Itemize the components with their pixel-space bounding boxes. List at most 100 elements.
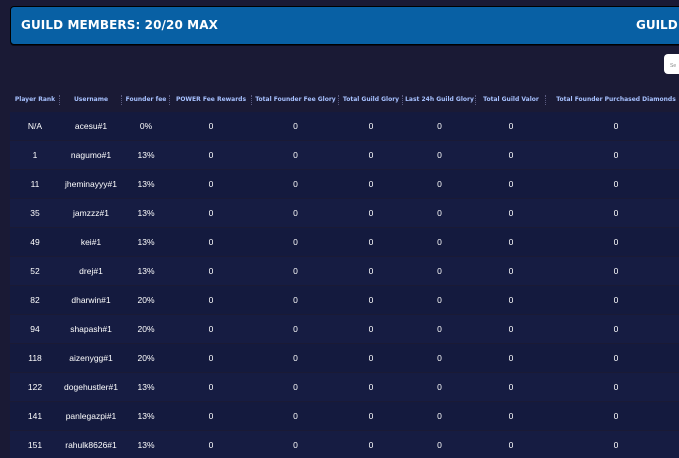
- cell-total-guild-glory: 0: [368, 353, 374, 363]
- table-row[interactable]: 1 nagumo#1 13% 0 0 0 0 0 0: [10, 141, 679, 170]
- cell-player-rank: 94: [30, 324, 40, 334]
- column-header-power-fee-rewards[interactable]: POWER Fee Rewards: [170, 88, 252, 112]
- cell-total-founder-purchased-diamonds: 0: [613, 295, 619, 305]
- cell-username: jheminayyy#1: [65, 179, 117, 189]
- cell-last-24h-guild-glory: 0: [437, 440, 442, 450]
- cell-username: kei#1: [80, 237, 102, 247]
- cell-power-fee-rewards: 0: [208, 208, 214, 218]
- cell-power-fee-rewards: 0: [208, 237, 214, 247]
- cell-total-guild-glory: 0: [368, 411, 374, 421]
- cell-founder-fee: 13%: [137, 411, 155, 421]
- cell-total-founder-fee-glory: 0: [293, 208, 298, 218]
- cell-power-fee-rewards: 0: [208, 382, 214, 392]
- column-header-label: Username: [73, 96, 109, 103]
- cell-last-24h-guild-glory: 0: [437, 353, 442, 363]
- column-header-total-guild-glory[interactable]: Total Guild Glory: [339, 88, 403, 112]
- cell-total-guild-valor: 0: [508, 179, 514, 189]
- cell-player-rank: 122: [27, 382, 43, 392]
- cell-total-guild-glory: 0: [368, 237, 374, 247]
- cell-total-guild-glory: 0: [368, 208, 374, 218]
- cell-total-founder-fee-glory: 0: [293, 440, 298, 450]
- table-row[interactable]: 49 kei#1 13% 0 0 0 0 0 0: [10, 228, 679, 257]
- cell-total-guild-glory: 0: [368, 295, 374, 305]
- cell-total-founder-fee-glory: 0: [293, 382, 298, 392]
- table-header: Player Rank Username Founder fee POWER Fee …: [10, 88, 679, 112]
- column-header-total-founder-purchased-diamonds[interactable]: Total Founder Purchased Diamonds: [546, 88, 679, 112]
- cell-last-24h-guild-glory: 0: [437, 150, 442, 160]
- cell-total-founder-fee-glory: 0: [293, 266, 298, 276]
- cell-founder-fee: 13%: [137, 150, 155, 160]
- table-row[interactable]: 122 dogehustler#1 13% 0 0 0 0 0 0: [10, 373, 679, 402]
- cell-total-founder-fee-glory: 0: [293, 295, 298, 305]
- cell-last-24h-guild-glory: 0: [437, 295, 442, 305]
- column-header-username[interactable]: Username: [60, 88, 122, 112]
- column-header-label: Founder fee: [125, 96, 167, 103]
- cell-total-founder-purchased-diamonds: 0: [613, 179, 619, 189]
- cell-total-guild-valor: 0: [508, 353, 514, 363]
- cell-total-guild-valor: 0: [508, 121, 514, 131]
- cell-player-rank: 1: [32, 150, 38, 160]
- cell-founder-fee: 20%: [137, 295, 155, 305]
- cell-total-guild-valor: 0: [508, 411, 514, 421]
- cell-username: aizenygg#1: [69, 353, 113, 363]
- cell-username: nagumo#1: [70, 150, 112, 160]
- cell-total-guild-glory: 0: [368, 440, 374, 450]
- column-header-total-founder-fee-glory[interactable]: Total Founder Fee Glory: [252, 88, 339, 112]
- cell-last-24h-guild-glory: 0: [437, 179, 442, 189]
- cell-founder-fee: 13%: [137, 382, 155, 392]
- guild-members-page: GUILD MEMBERS: 20/20 MAX GUILD S Player …: [0, 0, 679, 458]
- cell-player-rank: 141: [27, 411, 43, 421]
- table-row[interactable]: 82 dharwin#1 20% 0 0 0 0 0 0: [10, 286, 679, 315]
- cell-player-rank: 82: [30, 295, 40, 305]
- cell-founder-fee: 13%: [137, 237, 155, 247]
- cell-power-fee-rewards: 0: [208, 266, 214, 276]
- cell-total-guild-valor: 0: [508, 324, 514, 334]
- cell-power-fee-rewards: 0: [208, 121, 214, 131]
- cell-username: dharwin#1: [71, 295, 111, 305]
- table-row[interactable]: 11 jheminayyy#1 13% 0 0 0 0 0 0: [10, 170, 679, 199]
- cell-total-founder-purchased-diamonds: 0: [613, 266, 619, 276]
- cell-founder-fee: 13%: [137, 440, 155, 450]
- cell-total-founder-fee-glory: 0: [293, 353, 298, 363]
- column-header-player-rank[interactable]: Player Rank: [10, 88, 60, 112]
- cell-total-founder-purchased-diamonds: 0: [613, 324, 619, 334]
- column-header-label: Player Rank: [14, 96, 56, 103]
- cell-power-fee-rewards: 0: [208, 150, 214, 160]
- cell-total-guild-valor: 0: [508, 237, 514, 247]
- table-row[interactable]: 118 aizenygg#1 20% 0 0 0 0 0 0: [10, 344, 679, 373]
- cell-last-24h-guild-glory: 0: [437, 411, 442, 421]
- cell-founder-fee: 20%: [137, 324, 155, 334]
- table-row[interactable]: 94 shapash#1 20% 0 0 0 0 0 0: [10, 315, 679, 344]
- cell-total-guild-glory: 0: [368, 382, 374, 392]
- cell-power-fee-rewards: 0: [208, 353, 214, 363]
- search-box[interactable]: [664, 54, 679, 74]
- cell-last-24h-guild-glory: 0: [437, 382, 442, 392]
- guild-stats-title: GUILD S: [636, 18, 679, 32]
- cell-username: shapash#1: [70, 324, 112, 334]
- cell-total-guild-glory: 0: [368, 121, 374, 131]
- cell-last-24h-guild-glory: 0: [437, 237, 442, 247]
- column-header-label: Last 24h Guild Glory: [405, 96, 474, 103]
- cell-last-24h-guild-glory: 0: [437, 266, 442, 276]
- cell-player-rank: 151: [27, 440, 43, 450]
- column-header-total-guild-valor[interactable]: Total Guild Valor: [476, 88, 546, 112]
- table-row[interactable]: 52 drej#1 13% 0 0 0 0 0 0: [10, 257, 679, 286]
- table-row[interactable]: 35 jamzzz#1 13% 0 0 0 0 0 0: [10, 199, 679, 228]
- cell-founder-fee: 20%: [137, 353, 155, 363]
- cell-total-founder-purchased-diamonds: 0: [613, 382, 619, 392]
- column-header-founder-fee[interactable]: Founder fee: [122, 88, 170, 112]
- cell-power-fee-rewards: 0: [208, 440, 214, 450]
- table-row[interactable]: 141 panlegazpi#1 13% 0 0 0 0 0 0: [10, 402, 679, 431]
- table-row[interactable]: N/A acesu#1 0% 0 0 0 0 0 0: [10, 112, 679, 141]
- column-header-last-24h-guild-glory[interactable]: Last 24h Guild Glory: [403, 88, 476, 112]
- cell-total-founder-purchased-diamonds: 0: [613, 353, 619, 363]
- guild-members-banner: GUILD MEMBERS: 20/20 MAX GUILD S: [10, 6, 679, 45]
- cell-founder-fee: 13%: [137, 179, 155, 189]
- search-input[interactable]: [664, 56, 679, 74]
- table-row[interactable]: 151 rahulk8626#1 13% 0 0 0 0 0 0: [10, 431, 679, 458]
- cell-total-guild-valor: 0: [508, 295, 514, 305]
- cell-total-founder-purchased-diamonds: 0: [613, 150, 619, 160]
- cell-player-rank: N/A: [27, 121, 43, 131]
- cell-username: rahulk8626#1: [65, 440, 117, 450]
- cell-power-fee-rewards: 0: [208, 411, 214, 421]
